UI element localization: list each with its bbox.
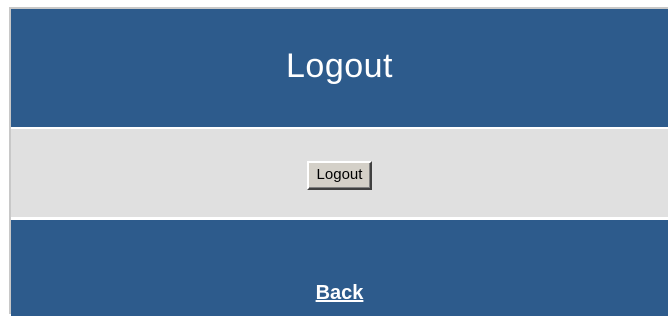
- page-title: Logout: [286, 46, 393, 85]
- logout-page-frame: Logout Logout Back: [9, 7, 668, 316]
- back-link[interactable]: Back: [11, 282, 668, 305]
- logout-button[interactable]: Logout: [306, 160, 373, 190]
- logout-panel: Logout: [11, 129, 668, 217]
- page-header: Logout: [11, 9, 668, 127]
- page-footer: Back: [11, 220, 668, 316]
